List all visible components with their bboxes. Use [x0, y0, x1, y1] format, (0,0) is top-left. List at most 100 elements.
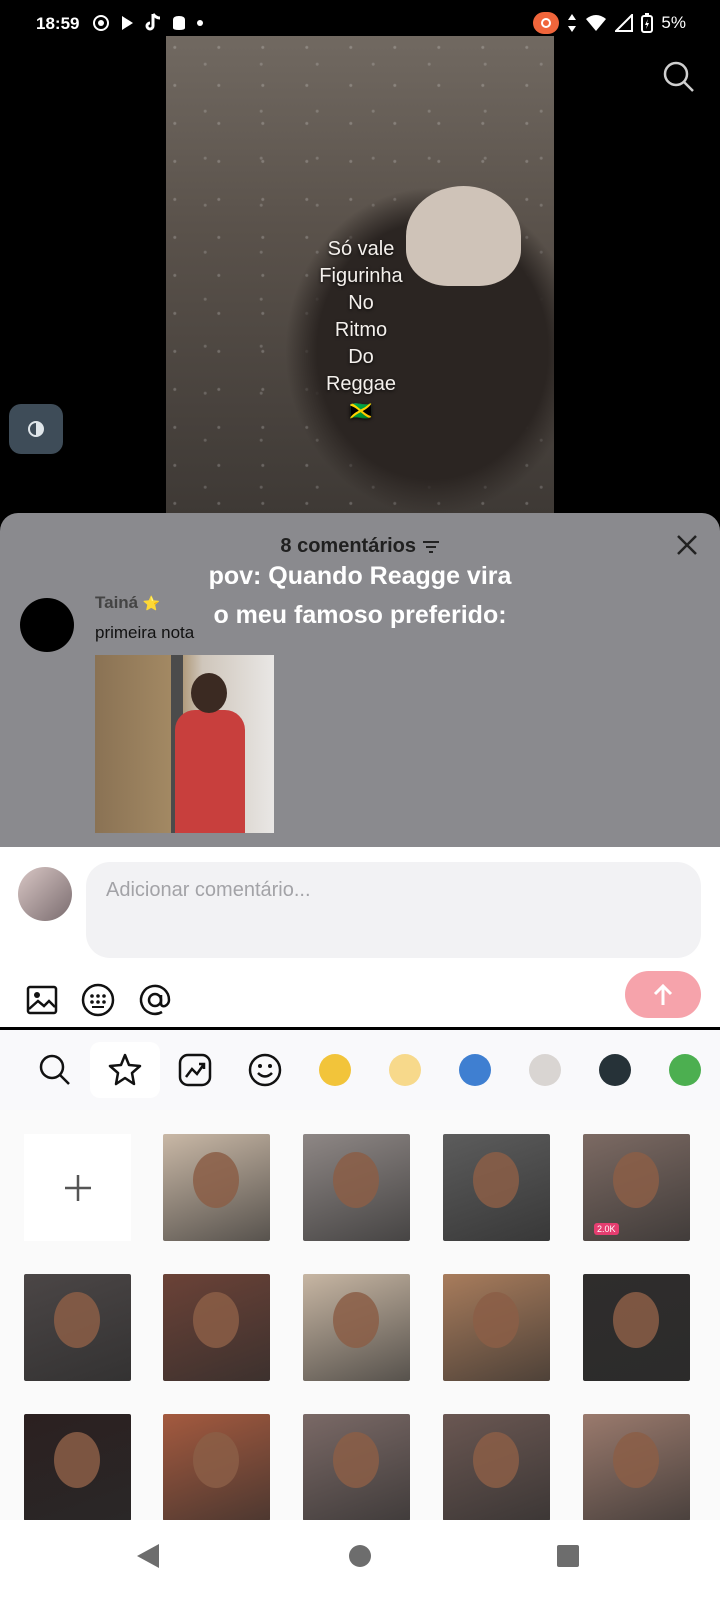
notification-icons: [92, 13, 204, 33]
duck-sticker-icon: [319, 1054, 351, 1086]
send-button[interactable]: [625, 971, 701, 1018]
smiley-icon: [248, 1053, 282, 1087]
search-button[interactable]: [662, 60, 696, 99]
home-icon[interactable]: [349, 1545, 371, 1567]
emoji-keyboard-icon[interactable]: [80, 982, 116, 1018]
composer-tools: [26, 982, 172, 1018]
sticker-favorites-tab[interactable]: [90, 1042, 160, 1098]
sticker-pack-tab-5[interactable]: [580, 1042, 650, 1098]
caption-line: Figurinha: [319, 265, 403, 287]
caption-line: Do: [348, 346, 374, 368]
sticker-item[interactable]: [303, 1134, 410, 1241]
comments-sheet: 8 comentários pov: Quando Reagge vira o …: [0, 513, 720, 848]
image-icon[interactable]: [26, 984, 58, 1016]
sticker-pack-tab-3[interactable]: [440, 1042, 510, 1098]
comment-sticker-image[interactable]: [95, 655, 274, 833]
sticker-pack-tab-6[interactable]: [650, 1042, 720, 1098]
caption-line: Ritmo: [334, 319, 388, 341]
globe-sticker-icon: [459, 1054, 491, 1086]
record-icon: [93, 15, 109, 31]
user-avatar[interactable]: [18, 867, 72, 921]
contrast-icon: [28, 421, 44, 437]
comment-input[interactable]: [86, 862, 701, 958]
mention-icon[interactable]: [138, 983, 172, 1017]
cat-sticker-icon: [529, 1054, 561, 1086]
screen-record-icon: [533, 12, 560, 34]
battery-level: 5%: [661, 13, 686, 32]
sticker-item[interactable]: [583, 1414, 690, 1521]
sticker-badge: 2.0K: [594, 1223, 619, 1235]
data-arrows-icon: [568, 14, 577, 32]
back-icon[interactable]: [137, 1544, 159, 1568]
status-time: 18:59: [36, 14, 80, 33]
signal-icon: [615, 14, 634, 32]
sticker-item[interactable]: [163, 1274, 270, 1381]
sticker-grid: 2.0K: [0, 1110, 720, 1521]
close-comments-button[interactable]: [676, 533, 698, 561]
sticker-face: [193, 1292, 239, 1348]
caption-line: No: [348, 292, 374, 314]
sort-icon: [422, 540, 439, 553]
sticker-pack-tab-1[interactable]: [300, 1042, 370, 1098]
recents-icon[interactable]: [557, 1545, 579, 1567]
sticker-item[interactable]: [583, 1274, 690, 1381]
caption-line: Reggae: [325, 373, 397, 395]
star-badge-icon: ⭐: [142, 595, 161, 611]
creature-sticker-icon: [599, 1054, 631, 1086]
comments-count: 8 comentários: [280, 535, 417, 557]
sticker-face: [613, 1432, 659, 1488]
overlay-line: pov: Quando Reagge vira: [208, 562, 512, 590]
dot-icon: [197, 20, 203, 26]
battery-icon: [641, 13, 654, 33]
comment-avatar[interactable]: [20, 598, 74, 652]
sticker-face: [613, 1152, 659, 1208]
sticker-item[interactable]: [443, 1414, 550, 1521]
sticker-pack-tab-2[interactable]: [370, 1042, 440, 1098]
sticker-item[interactable]: [24, 1274, 131, 1381]
sticker-trending-tab[interactable]: [160, 1042, 230, 1098]
sticker-face: [333, 1152, 379, 1208]
video-player[interactable]: Só vale Figurinha No Ritmo Do Reggae 🇯🇲: [166, 36, 554, 514]
sticker-face: [473, 1292, 519, 1348]
sticker-face: [333, 1432, 379, 1488]
search-icon: [663, 61, 694, 92]
comment-author[interactable]: Tainá ⭐: [95, 593, 160, 613]
sticker-face: [193, 1432, 239, 1488]
sticker-face: [473, 1152, 519, 1208]
sticker-search-tab[interactable]: [20, 1042, 90, 1098]
caption-line: Só vale: [327, 238, 395, 260]
plus-icon: [64, 1174, 91, 1201]
search-icon: [39, 1054, 70, 1085]
comments-header[interactable]: 8 comentários: [0, 535, 720, 558]
comment-composer: [0, 847, 720, 1027]
sticker-tab-bar: [0, 1030, 720, 1110]
play-icon: [122, 16, 133, 30]
video-caption: Só vale Figurinha No Ritmo Do Reggae 🇯🇲: [286, 236, 436, 425]
sticker-item[interactable]: [163, 1134, 270, 1241]
sticker-face: [54, 1292, 100, 1348]
sticker-item[interactable]: [24, 1414, 131, 1521]
add-sticker-button[interactable]: [24, 1134, 131, 1241]
wifi-icon: [586, 15, 607, 31]
arrow-up-icon: [653, 983, 673, 1005]
frog-sticker-icon: [669, 1054, 701, 1086]
jamaica-flag: 🇯🇲: [349, 401, 373, 421]
sticker-item[interactable]: [303, 1274, 410, 1381]
sticker-item[interactable]: [443, 1274, 550, 1381]
sticker-item[interactable]: [303, 1414, 410, 1521]
comment-text: primeira nota: [95, 623, 195, 642]
sticker-emoji-tab[interactable]: [230, 1042, 300, 1098]
sticker-face: [613, 1292, 659, 1348]
close-icon: [677, 535, 697, 555]
baby-sticker-icon: [389, 1054, 421, 1086]
sticker-face: [333, 1292, 379, 1348]
sticker-item[interactable]: [443, 1134, 550, 1241]
sticker-face: [54, 1432, 100, 1488]
system-nav-bar: [0, 1520, 720, 1600]
contrast-toggle-button[interactable]: [9, 404, 63, 454]
trending-icon: [178, 1053, 212, 1087]
sticker-item[interactable]: [163, 1414, 270, 1521]
tiktok-icon: [145, 13, 161, 31]
sticker-face: [193, 1152, 239, 1208]
sticker-pack-tab-4[interactable]: [510, 1042, 580, 1098]
